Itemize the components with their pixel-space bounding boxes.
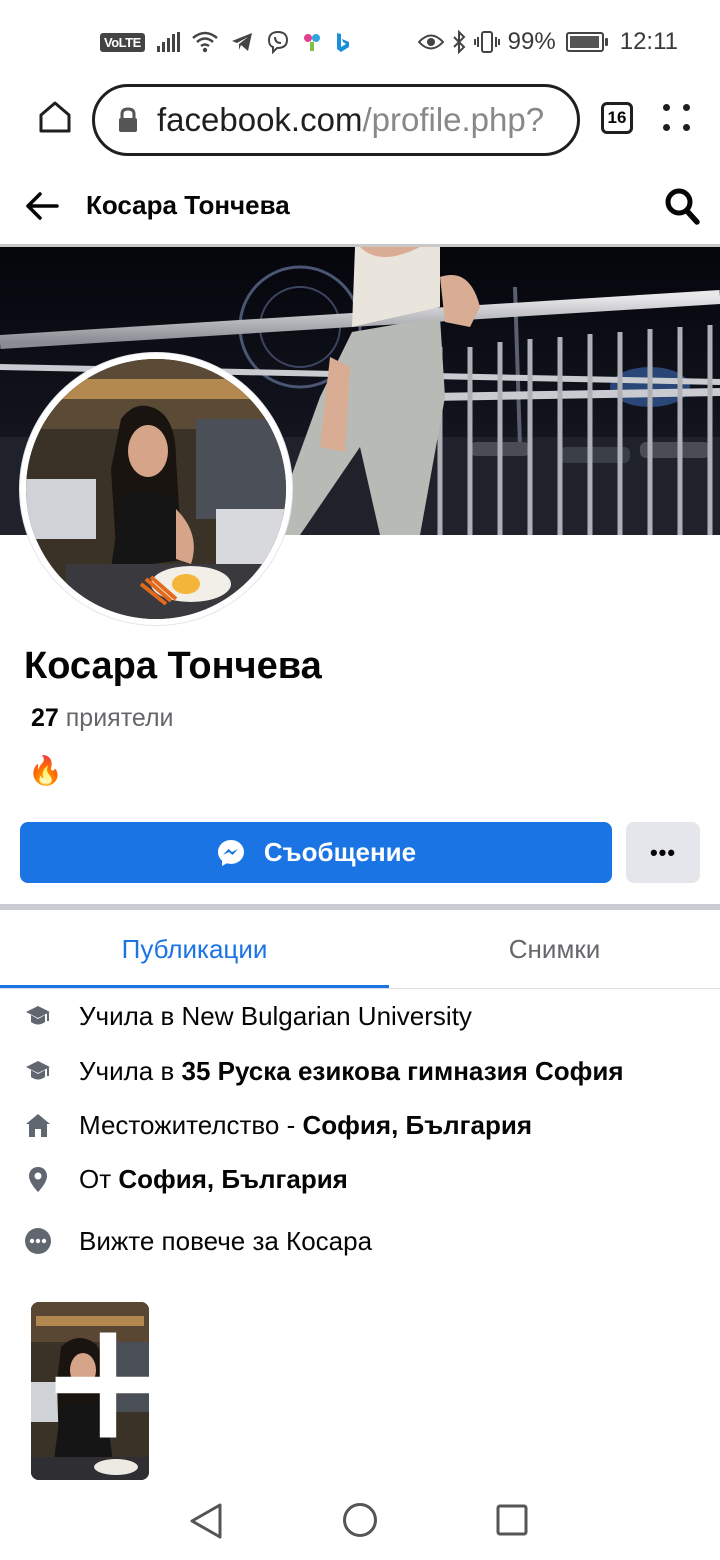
nav-home-icon[interactable] [342, 1502, 378, 1538]
url-path: /profile.php? [362, 101, 545, 138]
tab-posts[interactable]: Публикации [0, 910, 389, 988]
battery-fill [569, 36, 600, 48]
address-bar[interactable]: facebook.com/profile.php? [92, 84, 580, 156]
volte-badge: VoLTE [100, 32, 145, 52]
nav-recent-apps-icon[interactable] [496, 1504, 528, 1536]
lock-icon [119, 107, 137, 132]
intro-hometown-prefix: От [79, 1163, 119, 1194]
browser-menu-icon[interactable] [663, 104, 693, 134]
intro-current-city-prefix: Местожителство - [79, 1109, 303, 1140]
plus-icon [55, 1332, 149, 1438]
more-circle-icon [25, 1228, 51, 1254]
telegram-icon [231, 33, 252, 51]
wifi-icon [191, 31, 218, 53]
vibrate-icon [473, 31, 500, 53]
status-bar: VoLTE 99% 12:11 [0, 0, 720, 84]
url-host: facebook.com [157, 101, 363, 138]
graduation-cap-icon [26, 1061, 50, 1080]
eye-icon [417, 34, 444, 50]
intro-education-2[interactable]: Учила в 35 Руска езикова гимназия София [0, 1046, 720, 1096]
status-left: VoLTE [100, 30, 350, 54]
back-arrow-icon[interactable] [24, 188, 60, 224]
see-more-about[interactable]: Вижте повече за Косара [0, 1216, 720, 1266]
signal-icon [156, 32, 180, 52]
bluetooth-icon [452, 30, 466, 54]
house-icon [26, 1114, 50, 1137]
more-options-button[interactable]: ••• [626, 822, 700, 883]
tab-photos[interactable]: Снимки [389, 910, 720, 988]
intro-education-2-prefix: Учила в [79, 1055, 182, 1086]
system-nav-bar [0, 1480, 720, 1560]
profile-bio: 🔥 [28, 755, 63, 786]
intro-education-2-school[interactable]: 35 Руска езикова гимназия София [181, 1056, 623, 1086]
app-icon [303, 34, 320, 51]
messenger-icon [217, 839, 244, 866]
friends-number: 27 [31, 704, 59, 732]
browser-toolbar: facebook.com/profile.php? 16 [0, 84, 720, 156]
message-button-label: Съобщение [263, 837, 417, 867]
location-pin-icon [29, 1167, 47, 1192]
nav-back-icon[interactable] [188, 1502, 224, 1540]
profile-avatar[interactable] [20, 353, 292, 625]
status-right: 99% 12:11 [417, 28, 678, 56]
intro-current-city[interactable]: Местожителство - София, България [0, 1100, 720, 1150]
tabs-divider [0, 988, 720, 989]
featured-count: 1 [49, 1302, 149, 1474]
intro-hometown-value[interactable]: София, България [118, 1164, 348, 1194]
friends-label: приятели [65, 704, 174, 732]
viber-icon [267, 30, 288, 54]
bing-icon [336, 33, 349, 52]
intro-hometown[interactable]: От София, България [0, 1154, 720, 1204]
header-title: Косара Тончева [86, 190, 290, 220]
battery-icon [565, 32, 608, 52]
featured-photo[interactable]: 1 [31, 1302, 149, 1480]
intro-education-1[interactable]: Учила в New Bulgarian University [0, 991, 720, 1041]
clock: 12:11 [619, 28, 678, 55]
intro-education-1-prefix: Учила в [79, 1000, 182, 1031]
home-icon[interactable] [38, 100, 72, 134]
graduation-cap-icon [26, 1006, 50, 1025]
search-icon[interactable] [664, 187, 700, 225]
battery-percent: 99% [507, 28, 556, 55]
friends-count[interactable]: 27 приятели [31, 704, 174, 733]
intro-current-city-value[interactable]: София, България [303, 1110, 533, 1140]
see-more-about-label: Вижте повече за Косара [79, 1225, 373, 1256]
message-button[interactable]: Съобщение [20, 822, 612, 883]
intro-education-1-school: New Bulgarian University [181, 1000, 472, 1031]
tab-switcher-button[interactable]: 16 [601, 102, 633, 134]
profile-name: Косара Тончева [24, 645, 322, 687]
page-header: Косара Тончева [0, 170, 720, 242]
